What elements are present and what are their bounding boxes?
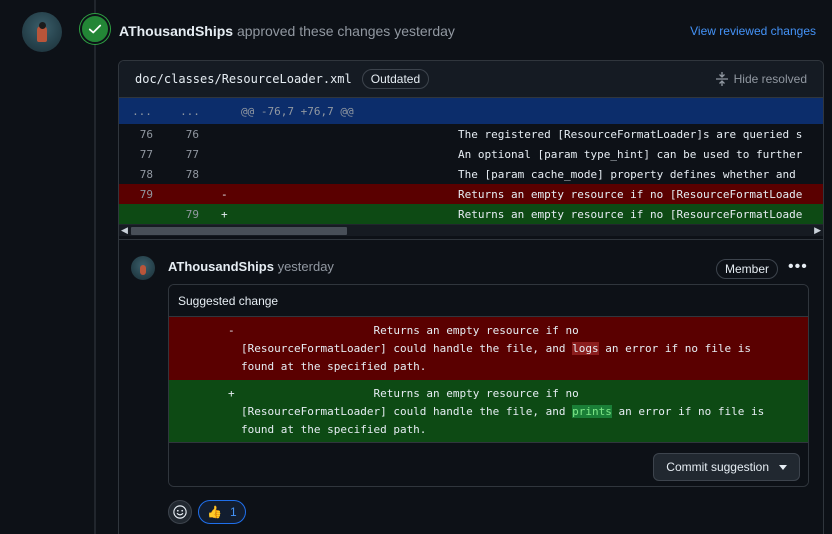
caret-down-icon — [779, 464, 787, 470]
horizontal-scrollbar[interactable]: ◀ ▶ — [119, 224, 823, 236]
avatar[interactable] — [22, 12, 62, 52]
suggestion-footer: Commit suggestion — [169, 442, 808, 486]
diff-line: 78 78 The [param cache_mode] property de… — [119, 164, 823, 184]
scroll-left-icon[interactable]: ◀ — [121, 225, 128, 236]
diff-line: 76 76 The registered [ResourceFormatLoad… — [119, 124, 823, 144]
right-line-number[interactable]: 77 — [165, 148, 211, 161]
right-line-number[interactable]: 78 — [165, 168, 211, 181]
review-thread: AThousandShips yesterday Member ••• Sugg… — [118, 240, 824, 534]
comment-header: AThousandShips yesterday — [168, 259, 334, 274]
hide-resolved-button[interactable]: Hide resolved — [715, 72, 807, 86]
right-line-number[interactable]: 79 — [165, 208, 211, 221]
commit-suggestion-button[interactable]: Commit suggestion — [653, 453, 800, 481]
review-header: AThousandShips approved these changes ye… — [119, 23, 455, 39]
more-options-icon[interactable]: ••• — [788, 258, 808, 276]
file-header: doc/classes/ResourceLoader.xml Outdated … — [119, 61, 823, 98]
file-path[interactable]: doc/classes/ResourceLoader.xml — [135, 72, 352, 86]
diff-sign: + — [228, 387, 235, 400]
diff-sign: - — [221, 187, 228, 201]
scrollbar-thumb[interactable] — [131, 227, 347, 235]
hunk-text: @@ -76,7 +76,7 @@ — [241, 104, 354, 118]
diff-line: 77 77 An optional [param type_hint] can … — [119, 144, 823, 164]
diff-code: The registered [ResourceFormatLoader]s a… — [458, 127, 803, 141]
suggestion-deleted-text: Returns an empty resource if no [Resourc… — [241, 324, 751, 373]
add-reaction-button[interactable] — [168, 500, 192, 524]
smiley-icon — [173, 505, 187, 519]
diff-line-added: 79 + Returns an empty resource if no [Re… — [119, 204, 823, 224]
commit-suggestion-label: Commit suggestion — [666, 460, 769, 474]
thumbs-up-reaction[interactable]: 👍 1 — [198, 500, 246, 524]
comment-time-link[interactable]: yesterday — [278, 259, 334, 274]
member-badge: Member — [716, 259, 779, 279]
left-line-number[interactable]: 79 — [119, 187, 165, 201]
suggested-change-title: Suggested change — [169, 285, 808, 317]
deleted-word-highlight: logs — [572, 342, 599, 355]
file-diff: doc/classes/ResourceLoader.xml Outdated … — [118, 60, 824, 240]
diff-code: Returns an empty resource if no [Resourc… — [458, 187, 803, 201]
left-line-number[interactable]: 78 — [119, 168, 165, 181]
comment-author-link[interactable]: AThousandShips — [168, 259, 274, 274]
diff-sign: + — [221, 207, 228, 221]
expand-up-button[interactable]: ... — [119, 105, 165, 118]
review-action-text: approved these changes yesterday — [236, 23, 455, 39]
diff-code: The [param cache_mode] property defines … — [458, 167, 796, 181]
expand-down-button[interactable]: ... — [165, 105, 215, 118]
review-author-link[interactable]: AThousandShips — [119, 23, 233, 39]
thumbs-up-icon: 👍 — [207, 505, 222, 519]
suggestion-added-text: Returns an empty resource if no [Resourc… — [241, 387, 765, 436]
view-reviewed-changes-link[interactable]: View reviewed changes — [690, 24, 816, 38]
left-line-number[interactable]: 77 — [119, 148, 165, 161]
suggestion-added-block: + Returns an empty resource if no [Resou… — [169, 380, 808, 442]
scroll-right-icon[interactable]: ▶ — [814, 225, 821, 236]
diff-code: Returns an empty resource if no [Resourc… — [458, 207, 803, 221]
diff-sign: - — [228, 324, 235, 337]
check-icon — [80, 14, 110, 44]
added-word-highlight: prints — [572, 405, 612, 418]
left-line-number[interactable]: 76 — [119, 128, 165, 141]
right-line-number[interactable]: 76 — [165, 128, 211, 141]
avatar[interactable] — [131, 256, 155, 280]
suggestion-deleted-block: - Returns an empty resource if no [Resou… — [169, 317, 808, 380]
hide-resolved-label: Hide resolved — [733, 72, 807, 86]
outdated-badge: Outdated — [361, 69, 430, 89]
suggested-change: Suggested change - Returns an empty reso… — [168, 284, 809, 487]
diff-code: An optional [param type_hint] can be use… — [458, 147, 803, 161]
fold-icon — [715, 72, 728, 86]
diff-line-deleted: 79 - Returns an empty resource if no [Re… — [119, 184, 823, 204]
hunk-header: ... ... @@ -76,7 +76,7 @@ — [119, 98, 823, 124]
timeline-line — [94, 0, 96, 534]
reaction-count: 1 — [229, 505, 237, 519]
